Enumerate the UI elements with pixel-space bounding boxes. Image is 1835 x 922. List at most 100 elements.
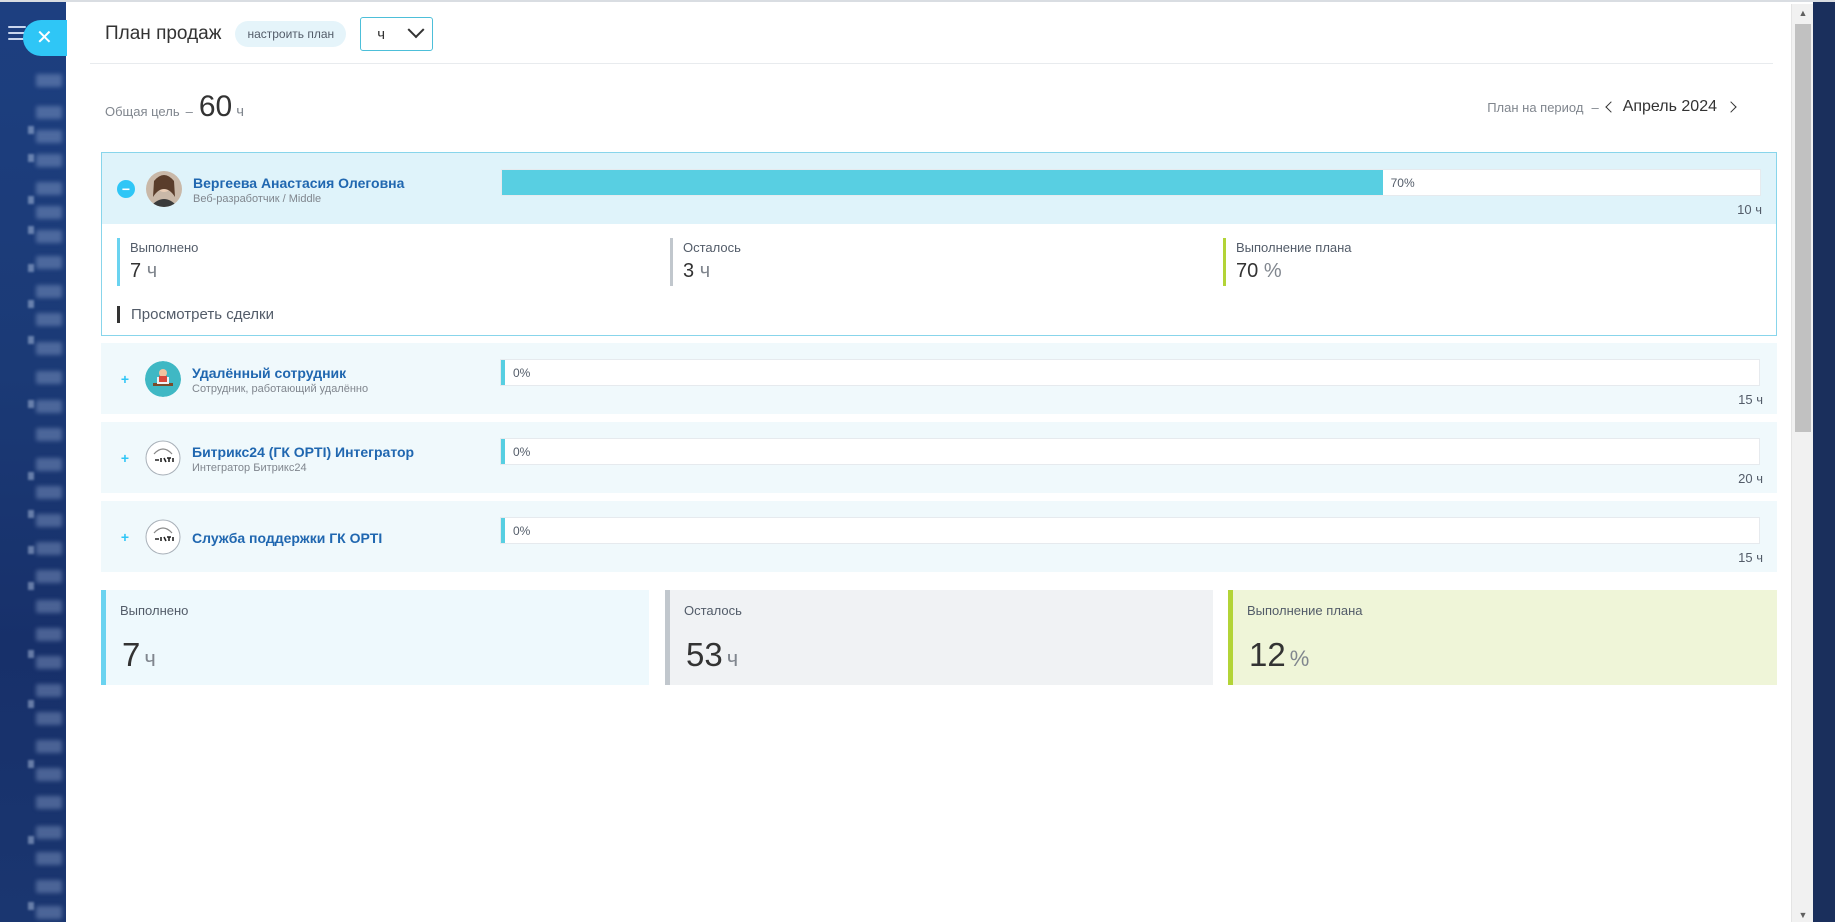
total-goal: Общая цель – 60 ч <box>105 90 244 124</box>
employee-role: Интегратор Битрикс24 <box>192 462 307 474</box>
close-slider-button[interactable]: ✕ <box>23 20 67 56</box>
sales-plan-panel: План продаж настроить план ч Общая цель … <box>66 2 1813 922</box>
progress-bar: 0% <box>500 517 1760 544</box>
left-label: Осталось <box>683 240 741 255</box>
left-unit: ч <box>699 260 711 282</box>
expand-icon[interactable]: + <box>116 449 134 467</box>
total-goal-label: Общая цель <box>105 104 180 119</box>
left-sidebar-background <box>0 0 66 922</box>
collapse-icon[interactable]: − <box>117 180 135 198</box>
employee-target: 15 ч <box>1738 550 1763 565</box>
employee-row-header: + Битрикс24 (ГК OPTI) Интегратор Интегра… <box>101 422 1777 493</box>
plan-stripe <box>1223 238 1226 286</box>
progress-fill <box>501 439 505 464</box>
summary-done-value: 7ч <box>122 636 156 674</box>
left-stat: Осталось 3 ч <box>670 238 741 286</box>
employee-target: 20 ч <box>1738 471 1763 486</box>
setup-plan-button[interactable]: настроить план <box>235 21 347 47</box>
employee-name[interactable]: Служба поддержки ГК OPTI <box>192 530 382 546</box>
employee-name[interactable]: Битрикс24 (ГК OPTI) Интегратор <box>192 444 414 460</box>
unit-select-value: ч <box>377 25 386 43</box>
total-goal-dash: – <box>185 104 193 119</box>
scroll-up-icon[interactable]: ▲ <box>1792 4 1813 22</box>
left-stripe <box>670 238 673 286</box>
summary-plan: Выполнение плана 12% <box>1228 590 1777 685</box>
view-deals-link[interactable]: Просмотреть сделки <box>117 306 274 323</box>
chevron-down-icon <box>407 21 425 39</box>
employee-target: 10 ч <box>1737 202 1762 217</box>
progress-fill <box>501 360 505 385</box>
period-value[interactable]: Апрель 2024 <box>1623 98 1717 116</box>
period-label: План на период <box>1487 99 1584 115</box>
scrollbar[interactable]: ▲ ▼ <box>1791 4 1813 922</box>
done-number: 7 <box>130 260 142 282</box>
done-label: Выполнено <box>130 240 199 255</box>
done-stat: Выполнено 7 ч <box>117 238 198 286</box>
progress-bar: 0% <box>500 438 1760 465</box>
plan-value: 70 % <box>1236 260 1352 283</box>
chevron-right-icon[interactable] <box>1725 101 1737 113</box>
close-icon: ✕ <box>36 27 53 49</box>
summary-plan-unit: % <box>1289 646 1310 671</box>
chevron-left-icon[interactable] <box>1605 101 1617 113</box>
total-goal-value: 60 <box>198 90 233 123</box>
progress-label: 0% <box>513 366 531 380</box>
summary-done-stripe <box>101 590 106 685</box>
employee-row: + Удалённый сотрудник Сотрудник, работаю… <box>101 343 1777 414</box>
progress-label: 0% <box>513 524 531 538</box>
avatar <box>146 171 182 207</box>
summary-done-number: 7 <box>122 636 141 673</box>
avatar <box>145 440 181 476</box>
summary-left-value: 53 ч <box>686 636 738 674</box>
avatar <box>145 361 181 397</box>
employee-target: 15 ч <box>1738 392 1763 407</box>
left-value: 3 ч <box>683 260 741 283</box>
employee-role: Веб-разработчик / Middle <box>193 193 322 205</box>
panel-header: План продаж настроить план ч <box>105 16 434 52</box>
period-dash: – <box>1591 99 1599 115</box>
summary-plan-stripe <box>1228 590 1233 685</box>
done-stripe <box>117 238 120 286</box>
employee-row-header: + Удалённый сотрудник Сотрудник, работаю… <box>101 343 1777 414</box>
progress-fill <box>502 170 1383 195</box>
summary-left-stripe <box>665 590 670 685</box>
plan-label: Выполнение плана <box>1236 240 1352 255</box>
expand-icon[interactable]: + <box>116 370 134 388</box>
header-divider <box>90 63 1773 64</box>
unit-select[interactable]: ч <box>360 17 434 51</box>
summary-plan-value: 12% <box>1249 636 1309 674</box>
summary-done-label: Выполнено <box>120 603 189 618</box>
done-value: 7 ч <box>130 260 198 283</box>
employee-details: Выполнено 7 ч Осталось 3 ч Выполнение пл… <box>102 224 1776 335</box>
plan-unit: % <box>1263 260 1282 282</box>
summary-left-label: Осталось <box>684 603 742 618</box>
left-number: 3 <box>683 260 695 282</box>
summary-done: Выполнено 7ч <box>101 590 649 685</box>
progress-label: 70% <box>1390 176 1415 190</box>
scrollbar-thumb[interactable] <box>1795 24 1811 432</box>
employee-name[interactable]: Вергеева Анастасия Олеговна <box>193 175 404 191</box>
employee-row: − Вергеева Анастасия Олеговна Веб-разраб… <box>101 152 1777 336</box>
summary-done-unit: ч <box>144 646 156 671</box>
progress-bar: 0% <box>500 359 1760 386</box>
employee-row-header: + Служба поддержки ГК OPTI 0% 15 ч <box>101 501 1777 572</box>
page-title: План продаж <box>105 23 222 44</box>
employee-name[interactable]: Удалённый сотрудник <box>192 365 346 381</box>
summary-left-number: 53 <box>686 636 723 673</box>
expand-icon[interactable]: + <box>116 528 134 546</box>
summary-plan-label: Выполнение плана <box>1247 603 1363 618</box>
avatar <box>145 519 181 555</box>
progress-label: 0% <box>513 445 531 459</box>
summary-plan-number: 12 <box>1249 636 1286 673</box>
total-goal-unit: ч <box>236 103 245 120</box>
progress-bar: 70% <box>501 169 1761 196</box>
employee-row-header: − Вергеева Анастасия Олеговна Веб-разраб… <box>102 153 1776 224</box>
period-selector: План на период – Апрель 2024 <box>1487 98 1737 116</box>
scroll-down-icon[interactable]: ▼ <box>1792 906 1813 922</box>
employee-role: Сотрудник, работающий удалённо <box>192 383 369 395</box>
done-unit: ч <box>146 260 158 282</box>
progress-fill <box>501 518 505 543</box>
plan-number: 70 <box>1236 260 1259 282</box>
employee-row: + Служба поддержки ГК OPTI 0% 15 ч <box>101 501 1777 572</box>
plan-stat: Выполнение плана 70 % <box>1223 238 1352 286</box>
